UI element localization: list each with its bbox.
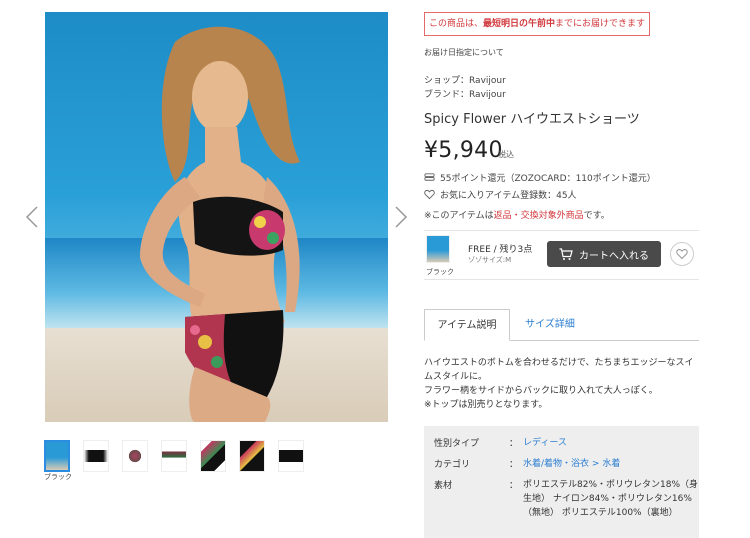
thumbnail-2[interactable] <box>83 440 109 472</box>
product-price: ¥5,940 <box>424 138 503 163</box>
sku-row: ブラック FREE / 残り3点 ゾゾサイズ:M カートへ入れる <box>424 230 699 280</box>
category-link-1[interactable]: 水着/着物・浴衣 <box>523 459 589 469</box>
item-description: ハイウエストのボトムを合わせるだけで、たちまちエッジーなスイムスタイルに。 フラ… <box>424 356 699 412</box>
notice-suffix: までにお届けできます <box>555 19 646 29</box>
thumbnail-7[interactable] <box>278 440 304 472</box>
add-to-cart-label: カートへ入れる <box>579 250 649 262</box>
note-prefix: ※このアイテムは <box>424 211 494 221</box>
spec-colon: ： <box>509 460 519 470</box>
delivery-notice-box: この商品は、最短明日の午前中までにお届けできます <box>424 12 650 36</box>
category-separator: > <box>591 459 600 469</box>
description-line-3: ※トップは別売りとなります。 <box>424 400 548 410</box>
add-to-cart-button[interactable]: カートへ入れる <box>547 241 661 267</box>
notice-prefix: この商品は、 <box>428 19 483 29</box>
points-text: 55ポイント還元（ZOZOCARD：110ポイント還元） <box>440 174 656 184</box>
tab-item-description[interactable]: アイテム説明 <box>424 309 510 341</box>
spec-key: カテゴリ <box>434 460 471 470</box>
main-product-image[interactable] <box>45 12 388 422</box>
favorites-text: お気に入りアイテム登録数：45人 <box>440 191 577 201</box>
note-red[interactable]: 返品・交換対象外商品 <box>494 211 584 221</box>
spec-category: 水着/着物・浴衣 > 水着 <box>523 457 698 471</box>
prev-image-arrow-icon[interactable] <box>25 205 39 229</box>
heart-icon <box>424 189 435 200</box>
thumbnail-3[interactable] <box>122 440 148 472</box>
spec-table: 性別タイプ ： レディース カテゴリ ： 水着/着物・浴衣 > 水着 素材 ： … <box>424 426 699 538</box>
cart-icon <box>559 247 573 260</box>
thumbnail-1[interactable] <box>44 440 70 472</box>
thumbnail-6[interactable] <box>239 440 265 472</box>
thumbnail-5[interactable] <box>200 440 226 472</box>
spec-material: ポリエステル82%・ポリウレタン18%（身生地） ナイロン84%・ポリウレタン1… <box>523 480 699 518</box>
thumbnail-4[interactable] <box>161 440 187 472</box>
spec-colon: ： <box>509 439 519 449</box>
tax-label: 税込 <box>498 150 514 159</box>
heart-icon <box>676 248 688 260</box>
detail-tabs: アイテム説明 サイズ詳細 <box>424 309 699 341</box>
spec-key: 性別タイプ <box>434 439 480 449</box>
sku-color: ブラック <box>426 268 454 276</box>
next-image-arrow-icon[interactable] <box>394 205 408 229</box>
points-row: 55ポイント還元（ZOZOCARD：110ポイント還元） <box>424 171 656 184</box>
favorite-button[interactable] <box>670 242 694 266</box>
thumbnail-strip <box>44 440 304 472</box>
spec-colon: ： <box>509 481 519 491</box>
thumbnail-color-label: ブラック <box>44 473 72 481</box>
favorites-row: お気に入りアイテム登録数：45人 <box>424 188 577 201</box>
delivery-date-link[interactable]: お届け日指定について <box>424 47 504 58</box>
note-suffix: です。 <box>583 211 610 221</box>
brand-line[interactable]: ブランド：Ravijour <box>424 87 506 100</box>
description-line-1: ハイウエストのボトムを合わせるだけで、たちまちエッジーなスイムスタイルに。 <box>424 358 694 382</box>
spec-key: 素材 <box>434 481 453 491</box>
sku-size-stock: FREE / 残り3点 <box>468 245 533 255</box>
tab-size-details[interactable]: サイズ詳細 <box>520 309 580 341</box>
category-link-2[interactable]: 水着 <box>602 459 620 469</box>
sku-thumbnail <box>426 235 450 263</box>
notice-bold: 最短明日の午前中 <box>482 19 555 29</box>
shop-line[interactable]: ショップ：Ravijour <box>424 73 506 86</box>
description-line-2: フラワー柄をサイドからバックに取り入れて大人っぽく。 <box>424 386 658 396</box>
return-note: ※このアイテムは返品・交換対象外商品です。 <box>424 208 610 221</box>
points-card-icon <box>424 173 435 181</box>
model-figure <box>140 26 300 422</box>
spec-gender-link[interactable]: レディース <box>523 436 698 450</box>
product-name: Spicy Flower ハイウエストショーツ <box>424 112 640 127</box>
sku-size-note: ゾゾサイズ:M <box>468 256 512 264</box>
